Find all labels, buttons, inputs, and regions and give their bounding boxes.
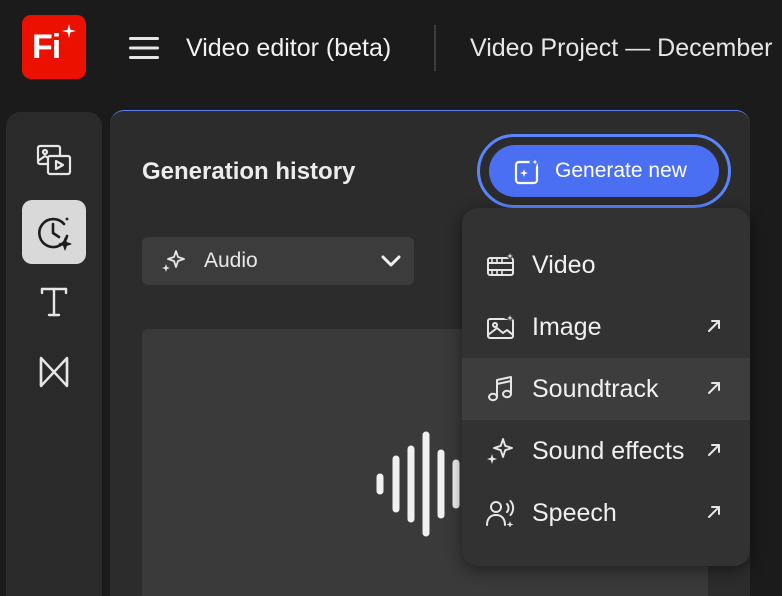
- panel-title: Generation history: [142, 158, 356, 185]
- logo-sparkle-icon: [62, 24, 76, 38]
- rail-item-transitions[interactable]: [22, 340, 86, 404]
- chevron-down-icon: [381, 255, 401, 267]
- menu-icon[interactable]: [128, 33, 160, 63]
- rail-item-text[interactable]: [22, 270, 86, 334]
- menu-item-sound-effects[interactable]: Sound effects: [462, 420, 750, 482]
- menu-label-sound-effects: Sound effects: [532, 437, 685, 465]
- external-link-icon: [708, 320, 720, 332]
- logo-text: Fi: [32, 28, 61, 66]
- text-icon: [40, 287, 68, 317]
- left-rail: [6, 112, 102, 596]
- filter-selected-value: Audio: [204, 249, 258, 272]
- image-sparkle-icon: [487, 313, 516, 339]
- menu-label-speech: Speech: [532, 499, 617, 527]
- generate-button-focus-ring: Generate new: [477, 134, 731, 208]
- rail-item-media[interactable]: [22, 128, 86, 192]
- project-title[interactable]: Video Project — December: [470, 30, 782, 66]
- top-bar: Fi Video editor (beta) Video Project — D…: [0, 0, 782, 104]
- video-sparkle-icon: [487, 251, 516, 276]
- app-title: Video editor (beta): [186, 34, 392, 62]
- menu-item-video[interactable]: Video: [462, 234, 750, 296]
- menu-item-speech[interactable]: Speech: [462, 482, 750, 544]
- menu-label-image: Image: [532, 313, 602, 341]
- generate-new-button[interactable]: Generate new: [489, 145, 719, 197]
- history-filter-dropdown[interactable]: Audio: [142, 237, 414, 285]
- generate-new-menu: Video Image Soundtrack Sound effects Spe…: [462, 208, 750, 566]
- title-divider: [434, 25, 436, 71]
- sparkle-icon: [162, 250, 185, 272]
- app-logo[interactable]: Fi: [22, 15, 86, 79]
- history-sparkle-icon: [38, 217, 72, 251]
- external-link-icon: [708, 444, 720, 456]
- menu-label-video: Video: [532, 251, 596, 279]
- media-icon: [36, 144, 72, 176]
- external-link-icon: [708, 506, 720, 518]
- speech-icon: [486, 500, 515, 527]
- transition-icon: [39, 356, 69, 388]
- generate-sparkle-icon: [514, 156, 541, 185]
- waveform-icon: [376, 431, 460, 537]
- rail-item-generation-history[interactable]: [22, 200, 86, 264]
- sparkle-icon: [487, 438, 513, 464]
- generate-new-label: Generate new: [555, 159, 687, 182]
- menu-item-image[interactable]: Image: [462, 296, 750, 358]
- music-note-icon: [488, 376, 512, 402]
- menu-item-soundtrack[interactable]: Soundtrack: [462, 358, 750, 420]
- external-link-icon: [708, 382, 720, 394]
- menu-label-soundtrack: Soundtrack: [532, 375, 659, 403]
